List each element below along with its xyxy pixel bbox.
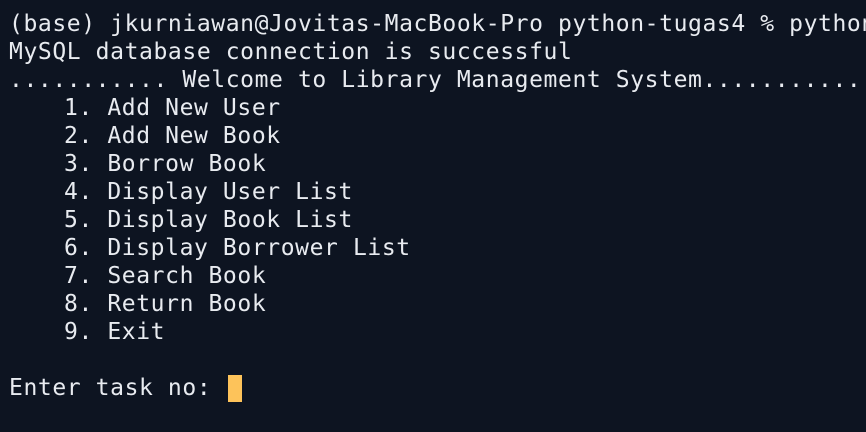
terminal-window[interactable]: (base) jkurniawan@Jovitas-MacBook-Pro py…	[0, 0, 866, 432]
connection-status-message: MySQL database connection is successful	[9, 39, 573, 65]
menu-item-display-user-list: 4. Display User List	[64, 179, 353, 205]
task-input-line[interactable]: Enter task no:	[9, 374, 866, 402]
menu-list: 1. Add New User 2. Add New Book 3. Borro…	[9, 94, 866, 346]
menu-item-return-book: 8. Return Book	[64, 291, 267, 317]
menu-item-exit: 9. Exit	[64, 319, 166, 345]
menu-item-add-new-book: 2. Add New Book	[64, 123, 281, 149]
text-cursor[interactable]	[227, 374, 242, 402]
menu-item-search-book: 7. Search Book	[64, 263, 267, 289]
menu-item-display-borrower-list: 6. Display Borrower List	[64, 235, 411, 261]
menu-item-borrow-book: 3. Borrow Book	[64, 151, 267, 177]
welcome-banner: ........... Welcome to Library Managemen…	[9, 67, 862, 93]
menu-item-display-book-list: 5. Display Book List	[64, 207, 353, 233]
shell-command-line: (base) jkurniawan@Jovitas-MacBook-Pro py…	[9, 11, 866, 37]
task-input-prompt: Enter task no:	[9, 375, 226, 401]
menu-item-add-new-user: 1. Add New User	[64, 95, 281, 121]
